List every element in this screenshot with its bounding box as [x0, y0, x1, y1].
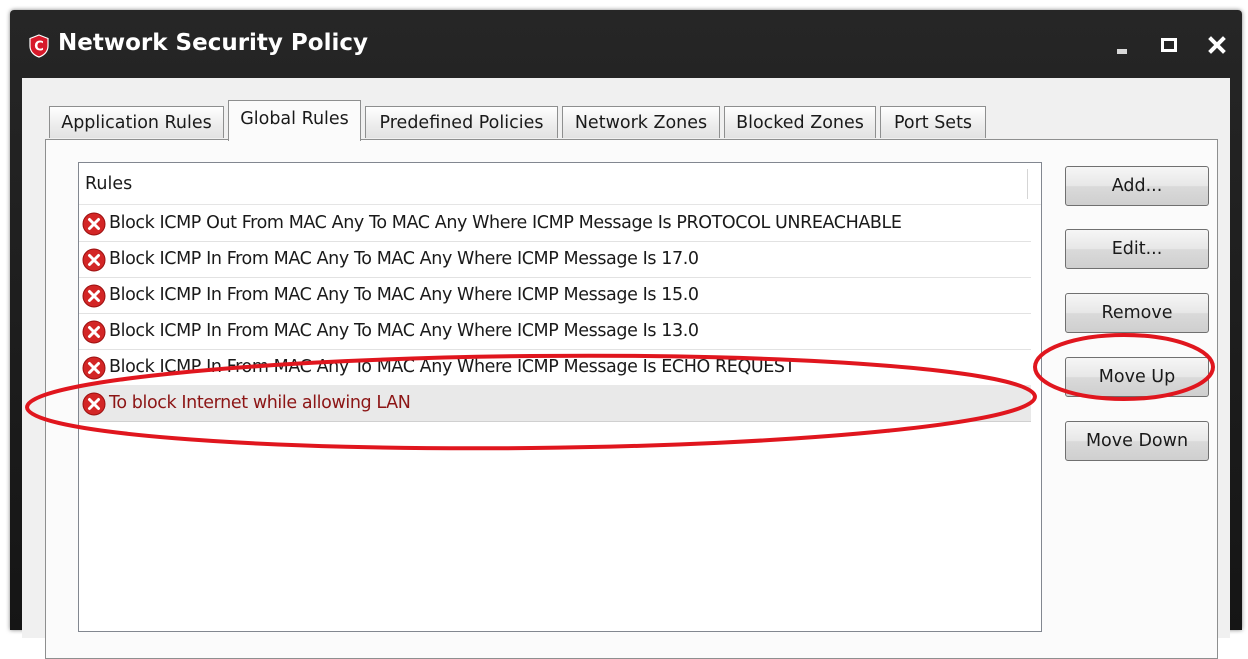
close-icon [1208, 36, 1226, 54]
add-button[interactable]: Add... [1065, 166, 1209, 206]
move-down-button[interactable]: Move Down [1065, 421, 1209, 461]
rule-text: Block ICMP In From MAC Any To MAC Any Wh… [109, 357, 795, 377]
rule-text: Block ICMP In From MAC Any To MAC Any Wh… [109, 285, 699, 305]
tab-global-rules[interactable]: Global Rules [228, 100, 361, 141]
rule-text: Block ICMP Out From MAC Any To MAC Any W… [109, 213, 902, 233]
tab-predefined-policies[interactable]: Predefined Policies [365, 106, 558, 138]
rules-column-header[interactable]: Rules [79, 163, 1041, 205]
minimize-icon [1117, 49, 1127, 54]
tab-port-sets[interactable]: Port Sets [880, 106, 986, 138]
move-up-button[interactable]: Move Up [1065, 357, 1209, 397]
close-button[interactable] [1204, 32, 1230, 58]
tab-network-zones[interactable]: Network Zones [562, 106, 720, 138]
rule-row[interactable]: Block ICMP In From MAC Any To MAC Any Wh… [79, 349, 1031, 386]
tab-blocked-zones[interactable]: Blocked Zones [724, 106, 876, 138]
remove-button[interactable]: Remove [1065, 293, 1209, 333]
block-error-icon [82, 320, 106, 344]
maximize-icon [1161, 38, 1177, 52]
block-error-icon [82, 248, 106, 272]
window-title: Network Security Policy [58, 30, 368, 56]
rule-row[interactable]: Block ICMP In From MAC Any To MAC Any Wh… [79, 313, 1031, 350]
rule-row[interactable]: Block ICMP In From MAC Any To MAC Any Wh… [79, 241, 1031, 278]
edit-button[interactable]: Edit... [1065, 229, 1209, 269]
minimize-button[interactable] [1110, 32, 1136, 58]
dialog-client-area: Application Rules Global Rules Predefine… [22, 78, 1230, 659]
rule-row-selected[interactable]: To block Internet while allowing LAN [79, 385, 1031, 422]
rules-column-label: Rules [85, 174, 133, 194]
block-error-icon [82, 392, 106, 416]
block-error-icon [82, 356, 106, 380]
title-bar[interactable]: C Network Security Policy [10, 10, 1242, 78]
rule-row[interactable]: Block ICMP Out From MAC Any To MAC Any W… [79, 205, 1031, 242]
tab-strip: Application Rules Global Rules Predefine… [22, 78, 1230, 141]
comodo-logo-icon: C [29, 34, 49, 58]
network-security-policy-window: C Network Security Policy Application Ru… [10, 10, 1242, 659]
rule-row[interactable]: Block ICMP In From MAC Any To MAC Any Wh… [79, 277, 1031, 314]
tab-application-rules[interactable]: Application Rules [49, 106, 224, 138]
rule-text: Block ICMP In From MAC Any To MAC Any Wh… [109, 249, 699, 269]
maximize-button[interactable] [1156, 32, 1182, 58]
svg-text:C: C [34, 40, 44, 55]
column-separator[interactable] [1027, 169, 1031, 199]
block-error-icon [82, 212, 106, 236]
block-error-icon [82, 284, 106, 308]
rule-text: To block Internet while allowing LAN [109, 393, 411, 413]
rule-text: Block ICMP In From MAC Any To MAC Any Wh… [109, 321, 699, 341]
rules-list[interactable]: Rules Block ICMP Out From MAC Any To MAC… [78, 162, 1042, 632]
